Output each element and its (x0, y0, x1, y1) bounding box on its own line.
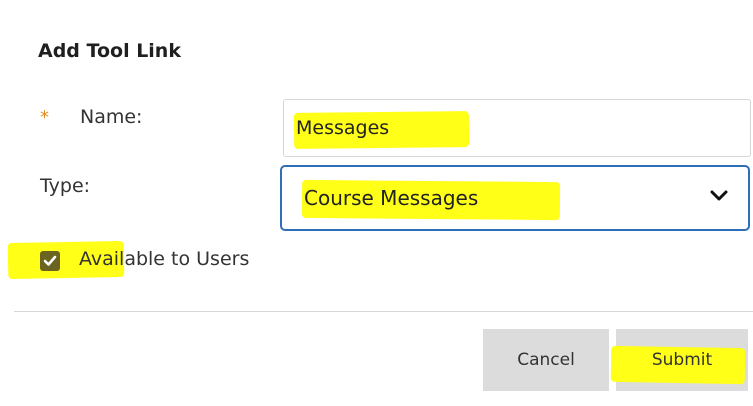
type-label: Type: (40, 175, 91, 197)
cancel-button-label: Cancel (517, 350, 575, 370)
available-checkbox[interactable] (40, 251, 60, 271)
cancel-button[interactable]: Cancel (483, 329, 609, 391)
submit-button[interactable]: Submit (610, 329, 748, 391)
name-label: Name: (80, 106, 143, 128)
checkmark-icon (43, 255, 57, 266)
required-asterisk: * (40, 107, 49, 128)
name-input-value: Messages (296, 117, 390, 139)
divider (14, 311, 753, 312)
type-select[interactable]: Course Messages (280, 165, 750, 231)
type-select-value: Course Messages (304, 186, 479, 210)
chevron-down-icon (710, 190, 728, 201)
name-input[interactable]: Messages (283, 99, 751, 157)
available-label[interactable]: Available to Users (79, 248, 249, 270)
dialog-title: Add Tool Link (38, 40, 181, 62)
submit-button-label: Submit (651, 350, 713, 370)
